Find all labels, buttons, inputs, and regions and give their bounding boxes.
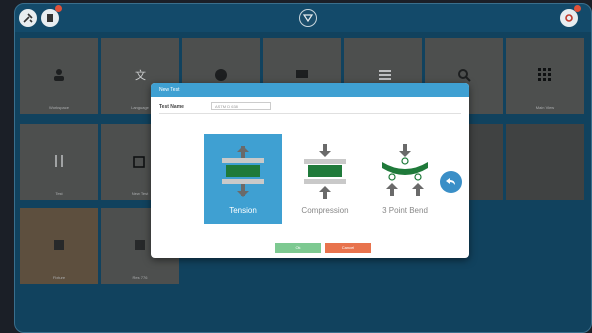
tools-icon	[23, 13, 33, 23]
settings-icon	[565, 14, 573, 22]
main-screen: Workspace 文 Language Main View Test New …	[14, 3, 592, 333]
option-3-point-bend[interactable]: 3 Point Bend	[366, 134, 444, 224]
new-test-dialog: New Test Test Name ASTM D 638 Tension Co…	[151, 83, 469, 258]
back-button[interactable]	[440, 171, 462, 193]
notification-badge	[55, 5, 62, 12]
clipboard-button[interactable]	[41, 5, 62, 27]
option-label: Compression	[301, 206, 349, 215]
filter-icon	[302, 14, 314, 23]
tension-icon	[222, 146, 264, 197]
compression-icon	[304, 144, 346, 199]
settings-button[interactable]	[560, 5, 581, 27]
clipboard-icon	[47, 14, 53, 22]
test-name-field[interactable]: ASTM D 638	[211, 102, 271, 110]
top-bar	[15, 4, 591, 32]
option-compression[interactable]: Compression	[286, 134, 364, 224]
cancel-button[interactable]: Cancel	[325, 243, 371, 253]
filter-button[interactable]	[299, 9, 317, 27]
dialog-title: New Test	[159, 87, 180, 93]
test-name-label: Test Name	[159, 104, 184, 110]
dialog-title-bar: New Test	[151, 83, 469, 97]
ok-button[interactable]: Ok	[275, 243, 321, 253]
bend-icon	[382, 144, 428, 196]
tools-button[interactable]	[19, 9, 37, 27]
app-frame: Workspace 文 Language Main View Test New …	[0, 0, 592, 333]
option-label: Tension	[229, 206, 257, 215]
divider	[159, 113, 461, 114]
back-arrow-icon	[446, 178, 455, 185]
option-label: 3 Point Bend	[382, 206, 428, 215]
option-tension[interactable]: Tension	[204, 134, 282, 224]
settings-badge	[574, 5, 581, 12]
